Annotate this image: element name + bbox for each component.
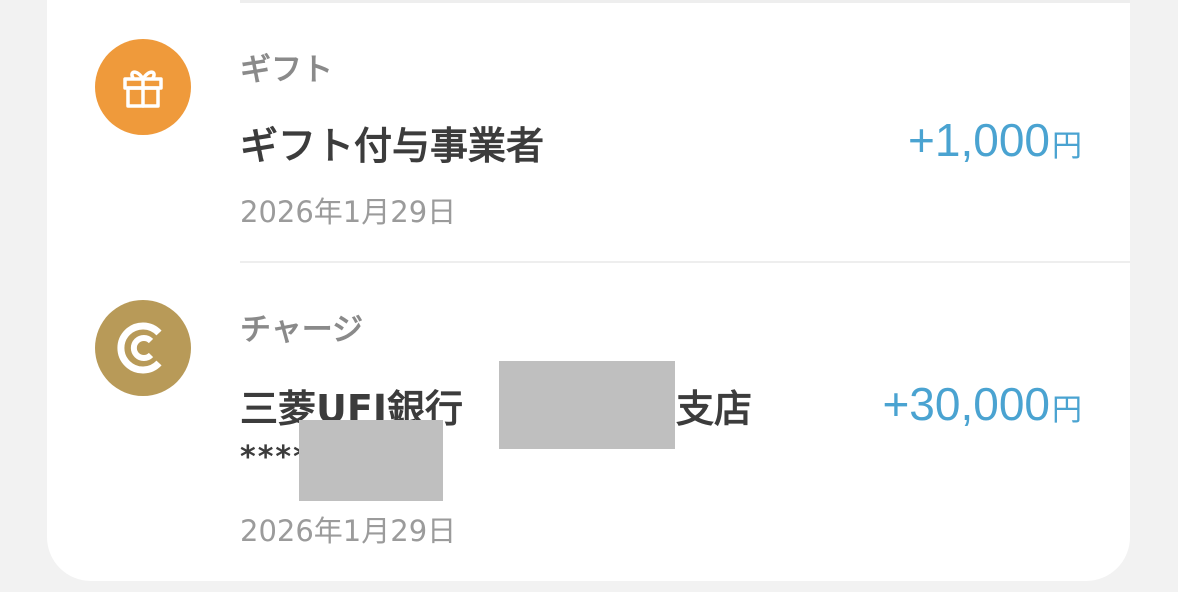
amount-value: +30,000 [882, 378, 1050, 430]
transaction-date: 2026年1月29日 [240, 195, 457, 229]
divider [240, 0, 1130, 3]
currency-label: 円 [1052, 130, 1082, 163]
redacted-branch-name [499, 361, 675, 449]
charge-c-icon [95, 300, 191, 396]
divider [240, 261, 1130, 263]
amount-value: +1,000 [908, 114, 1050, 166]
transaction-title: ギフト付与事業者 [240, 124, 545, 168]
gift-icon [95, 39, 191, 135]
currency-label: 円 [1052, 394, 1082, 427]
transaction-title-suffix: 支店 [676, 387, 753, 431]
transaction-card [47, 0, 1130, 581]
transaction-category: ギフト [240, 52, 333, 88]
transaction-amount: +1,000円 [908, 113, 1082, 167]
transaction-amount: +30,000円 [882, 377, 1082, 431]
redacted-account-number [299, 420, 443, 501]
transaction-date: 2026年1月29日 [240, 514, 457, 548]
transaction-category: チャージ [240, 312, 364, 348]
